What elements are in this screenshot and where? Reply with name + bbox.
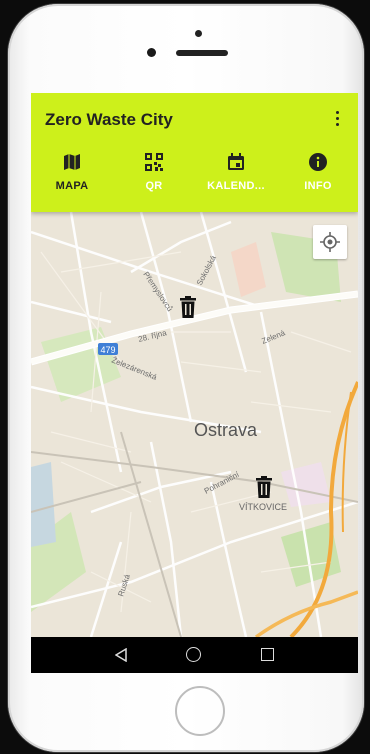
map-view[interactable]: 479 Přemyslovců Sokolská 28. října Zelen… bbox=[31, 211, 358, 639]
tab-label: KALEND... bbox=[207, 180, 265, 192]
back-icon[interactable] bbox=[115, 648, 127, 662]
crosshair-icon bbox=[320, 232, 340, 252]
recent-apps-icon[interactable] bbox=[261, 648, 274, 661]
map-icon bbox=[64, 154, 80, 170]
tab-kalendar[interactable]: KALEND... bbox=[195, 153, 277, 203]
city-label: Ostrava bbox=[194, 420, 258, 440]
trash-bin-icon[interactable] bbox=[256, 476, 272, 498]
calendar-icon bbox=[228, 153, 244, 170]
tab-label: MAPA bbox=[55, 180, 89, 192]
tab-qr[interactable]: QR bbox=[113, 153, 195, 203]
tab-label: QR bbox=[145, 180, 163, 192]
tab-label: INFO bbox=[304, 180, 332, 192]
route-shield-label: 479 bbox=[100, 345, 115, 355]
my-location-button[interactable] bbox=[313, 225, 347, 259]
tab-mapa[interactable]: MAPA bbox=[31, 153, 113, 203]
info-icon bbox=[309, 153, 327, 171]
sensor bbox=[147, 48, 156, 57]
trash-bin-icon[interactable] bbox=[180, 296, 196, 318]
home-nav-icon[interactable] bbox=[186, 647, 201, 662]
app-title: Zero Waste City bbox=[45, 110, 173, 129]
tab-info[interactable]: INFO bbox=[277, 153, 358, 203]
home-button[interactable] bbox=[175, 686, 225, 736]
front-camera bbox=[195, 30, 202, 37]
android-nav-bar bbox=[31, 637, 358, 673]
app-bar: Zero Waste City MAPA QR KALEND... INFO bbox=[31, 93, 358, 212]
map-canvas[interactable]: 479 Přemyslovců Sokolská 28. října Zelen… bbox=[31, 211, 358, 639]
qr-code-icon bbox=[145, 153, 163, 171]
more-options-icon[interactable] bbox=[336, 111, 340, 127]
earpiece-speaker bbox=[176, 50, 228, 56]
app-screen: 479 Přemyslovců Sokolská 28. října Zelen… bbox=[31, 93, 358, 673]
district-label: VÍTKOVICE bbox=[239, 502, 287, 512]
